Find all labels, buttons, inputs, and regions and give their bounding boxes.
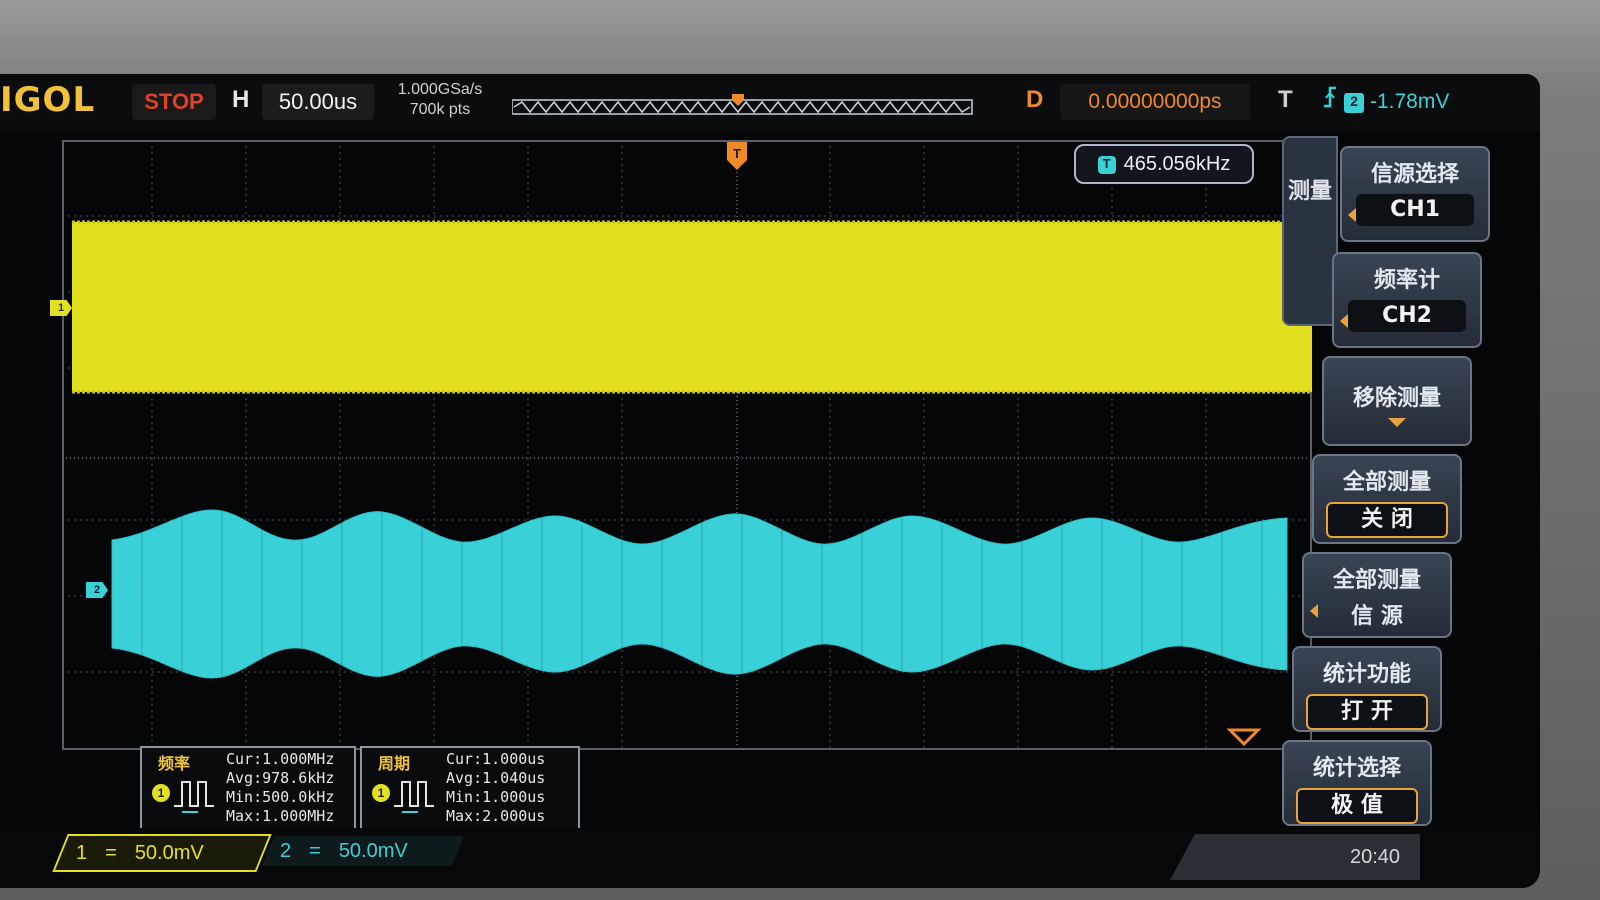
trigger-info[interactable]: 2 -1.78mV xyxy=(1322,84,1502,120)
menu-source-select[interactable]: 信源选择 CH1 xyxy=(1340,146,1490,242)
acquisition-info: 1.000GSa/s 700k pts xyxy=(388,80,492,120)
menu-item-title: 频率计 xyxy=(1373,268,1440,293)
menu-item-title: 统计功能 xyxy=(1322,662,1411,687)
horizontal-label: H xyxy=(232,86,250,113)
measurement-frequency[interactable]: 频率 1 Cur:1.000MHz Avg:978.6kHz Min:500.0… xyxy=(140,746,356,830)
sample-rate: 1.000GSa/s xyxy=(397,81,483,98)
ch2-number: 2 xyxy=(280,839,292,862)
ch1-coupling: = xyxy=(105,841,117,864)
measurement-period[interactable]: 周期 1 Cur:1.000us Avg:1.040us Min:1.000us… xyxy=(360,746,580,830)
system-clock: 20:40 xyxy=(1350,846,1401,868)
period-waveform-icon xyxy=(394,781,434,813)
left-arrow-icon xyxy=(1310,604,1318,618)
menu-item-value: CH2 xyxy=(1348,300,1466,332)
counter-source-badge: T xyxy=(1097,156,1116,174)
ch2-scale-box[interactable]: 2 = 50.0mV xyxy=(261,836,465,866)
ch1-scale-box[interactable]: 1 = 50.0mV xyxy=(52,834,272,872)
counter-value: 465.056kHz xyxy=(1123,153,1231,175)
menu-item-value: 关 闭 xyxy=(1326,502,1448,538)
menu-item-value: 信 源 xyxy=(1351,604,1403,629)
frequency-counter: T 465.056kHz xyxy=(1074,144,1254,184)
measurement-title: 频率 xyxy=(158,754,191,773)
svg-text:T: T xyxy=(733,146,741,161)
status-bar: IGOL STOP H 50.00us 1.000GSa/s 700k pts … xyxy=(0,74,1540,132)
trigger-source-badge: 2 xyxy=(1344,93,1364,113)
menu-item-value: CH1 xyxy=(1356,194,1474,226)
menu-all-measure-source[interactable]: 全部测量 信 源 xyxy=(1302,552,1452,638)
stat-min: Min:500.0kHz xyxy=(226,788,335,806)
measurement-stats: Cur:1.000MHz Avg:978.6kHz Min:500.0kHz M… xyxy=(226,750,334,826)
menu-item-title: 移除测量 xyxy=(1352,386,1441,411)
trigger-position-icon xyxy=(732,94,744,106)
run-stop-indicator[interactable]: STOP xyxy=(132,84,216,120)
rising-edge-icon xyxy=(1322,84,1338,120)
trigger-label: T xyxy=(1278,86,1293,113)
menu-item-title: 全部测量 xyxy=(1332,568,1421,593)
ch1-scale: 50.0mV xyxy=(134,841,204,864)
stat-max: Max:1.000MHz xyxy=(226,807,335,825)
trigger-level-icon xyxy=(1226,728,1262,747)
menu-tab-measure[interactable]: 测量 xyxy=(1282,136,1338,326)
menu-statistics[interactable]: 统计功能 打 开 xyxy=(1292,646,1442,732)
delay-value[interactable]: 0.00000000ps xyxy=(1060,84,1250,120)
menu-item-title: 信源选择 xyxy=(1370,162,1459,187)
trigger-level: -1.78mV xyxy=(1370,90,1450,113)
stat-avg: Avg:978.6kHz xyxy=(226,769,335,787)
frequency-waveform-icon xyxy=(174,781,214,813)
stat-cur: Cur:1.000us xyxy=(446,750,546,768)
menu-frequency-counter[interactable]: 频率计 CH2 xyxy=(1332,252,1482,348)
timebase-value[interactable]: 50.00us xyxy=(262,84,374,120)
ch2-scale: 50.0mV xyxy=(338,839,408,862)
delay-label: D xyxy=(1026,86,1044,113)
measurement-stats: Cur:1.000us Avg:1.040us Min:1.000us Max:… xyxy=(446,750,545,826)
ch2-coupling: = xyxy=(309,839,321,862)
left-arrow-icon xyxy=(1348,208,1356,222)
stat-avg: Avg:1.040us xyxy=(446,769,546,787)
stat-cur: Cur:1.000MHz xyxy=(226,750,335,768)
measurement-title: 周期 xyxy=(378,754,411,773)
stat-max: Max:2.000us xyxy=(446,807,546,825)
menu-all-measure[interactable]: 全部测量 关 闭 xyxy=(1312,454,1462,544)
oscilloscope-screen: IGOL STOP H 50.00us 1.000GSa/s 700k pts … xyxy=(0,74,1540,888)
measurement-source-badge: 1 xyxy=(152,784,170,802)
stat-min: Min:1.000us xyxy=(446,788,546,806)
menu-statistics-select[interactable]: 统计选择 极 值 xyxy=(1282,740,1432,826)
ch1-trace xyxy=(72,222,1312,392)
menu-item-value: 打 开 xyxy=(1306,694,1428,730)
waveform-display[interactable]: T xyxy=(62,140,1312,750)
menu-item-title: 统计选择 xyxy=(1312,756,1401,781)
menu-item-value: 极 值 xyxy=(1296,788,1418,824)
brand-logo: IGOL xyxy=(0,80,96,120)
menu-item-title: 全部测量 xyxy=(1342,470,1431,495)
channel-status-bar: 1 = 50.0mV 2 = 50.0mV 20:40 xyxy=(0,828,1540,888)
memory-depth: 700k pts xyxy=(409,101,471,118)
ch2-trace xyxy=(111,509,1288,679)
left-arrow-icon xyxy=(1340,314,1348,328)
down-arrow-icon xyxy=(1388,418,1406,427)
measurement-source-badge: 1 xyxy=(372,784,390,802)
ch1-number: 1 xyxy=(76,841,88,864)
memory-overview-strip xyxy=(512,94,973,115)
menu-remove-measurement[interactable]: 移除测量 xyxy=(1322,356,1472,446)
